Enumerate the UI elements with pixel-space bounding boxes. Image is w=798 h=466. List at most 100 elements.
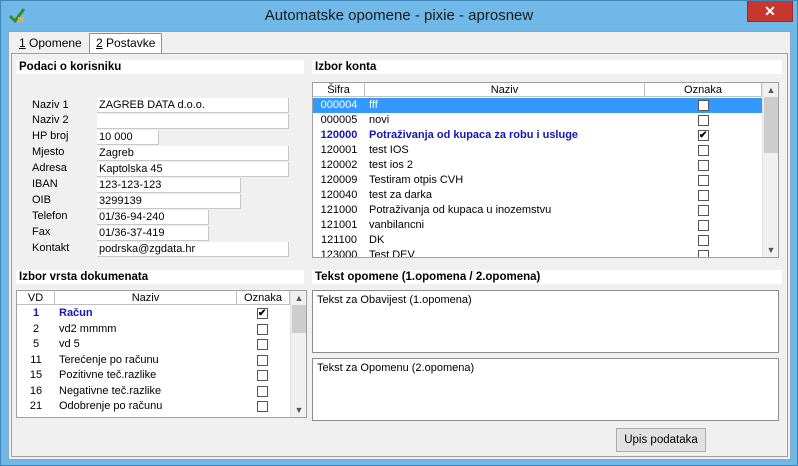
tab-postavke[interactable]: 2 Postavke [89, 33, 163, 54]
scroll-up-icon[interactable]: ▲ [763, 83, 778, 97]
memo-first-notice[interactable]: Tekst za Obavijest (1.opomena) [312, 290, 779, 353]
field-label: OIB [32, 194, 51, 206]
account-checkbox[interactable] [698, 235, 709, 246]
account-row[interactable]: 120000 Potraživanja od kupaca za robu i u… [313, 128, 762, 143]
account-code: 000005 [320, 114, 358, 126]
doc-type-row[interactable]: 15 Pozitivne teč.razlike [17, 368, 290, 383]
account-code: 121000 [320, 204, 358, 216]
hp-broj-field[interactable]: 10 000 [97, 130, 159, 145]
account-row[interactable]: 120001 test IOS [313, 143, 762, 158]
doc-type-checkbox[interactable] [257, 401, 268, 412]
close-button[interactable]: ✕ [747, 1, 793, 22]
text-section-title: Tekst opomene (1.opomena / 2.opomena) [312, 270, 782, 284]
doc-type-checkbox[interactable] [257, 306, 268, 321]
scroll-down-icon[interactable]: ▼ [763, 243, 778, 257]
telefon-field[interactable]: 01/36-94-240 [97, 210, 209, 225]
column-header[interactable]: Naziv [365, 83, 645, 97]
account-code: 000004 [320, 99, 358, 111]
column-header[interactable]: VD [17, 291, 55, 305]
naziv2-field[interactable] [97, 114, 289, 129]
doc-type-name: Odobrenje po računu [59, 400, 163, 412]
account-name: novi [369, 114, 390, 126]
account-name: fff [369, 99, 378, 111]
doc-type-code: 21 [29, 400, 43, 412]
doc-type-name: vd2 mmmm [59, 322, 117, 335]
doc-type-code: 2 [32, 322, 40, 335]
account-row[interactable]: 120002 test ios 2 [313, 158, 762, 173]
doc-scrollbar[interactable]: ▲ ▼ [290, 291, 306, 417]
scroll-up-icon[interactable]: ▲ [291, 291, 306, 305]
doc-type-checkbox[interactable] [257, 339, 268, 350]
fax-field[interactable]: 01/36-37-419 [97, 226, 209, 241]
accounts-section-title: Izbor konta [312, 60, 782, 74]
adresa-field[interactable]: Kaptolska 45 [97, 162, 289, 177]
account-checkbox[interactable] [698, 100, 709, 111]
field-label: Kontakt [32, 242, 70, 254]
account-checkbox[interactable] [698, 115, 709, 126]
account-code: 121001 [320, 219, 358, 231]
naziv1-field[interactable]: ZAGREB DATA d.o.o. [97, 98, 289, 113]
scroll-down-icon[interactable]: ▼ [291, 403, 306, 417]
field-label: Fax [32, 226, 51, 238]
account-checkbox[interactable] [698, 205, 709, 216]
user-section-title: Podaci o korisniku [16, 60, 304, 74]
doc-type-row[interactable]: 1 Račun [17, 306, 290, 321]
doc-type-code: 16 [29, 384, 43, 397]
account-name: Potraživanja od kupaca za robu i usluge [369, 129, 579, 141]
doc-type-row[interactable]: 5 vd 5 [17, 337, 290, 352]
account-code: 123000 [320, 249, 358, 258]
account-checkbox[interactable] [698, 190, 709, 201]
account-code: 121100 [321, 234, 357, 246]
accounts-grid: Šifra Naziv Oznaka 000004 fff 000005 novi 12… [312, 82, 779, 258]
field-label: HP broj [32, 130, 69, 142]
account-code: 120002 [320, 159, 358, 171]
kontakt-field[interactable]: podrska@zgdata.hr [97, 242, 289, 257]
oib-field[interactable]: 3299139 [97, 194, 241, 209]
doc-type-checkbox[interactable] [257, 323, 268, 335]
account-row[interactable]: 123000 Test DEV [313, 248, 762, 258]
save-data-button[interactable]: Upis podataka [616, 428, 706, 452]
title-bar[interactable]: Automatske opomene - pixie - aprosnew ✕ [1, 1, 797, 31]
tab-opomene[interactable]: 1 Opomene [13, 34, 88, 53]
client-area: 1 Opomene 2 Postavke Podaci o korisniku … [8, 31, 791, 460]
doc-type-checkbox[interactable] [257, 385, 268, 397]
account-row[interactable]: 121001 vanbilancni [313, 218, 762, 233]
column-header[interactable]: Oznaka [645, 83, 762, 97]
doc-type-row[interactable]: 11 Terećenje po računu [17, 353, 290, 368]
account-checkbox[interactable] [698, 250, 709, 257]
mjesto-field[interactable]: Zagreb [97, 146, 289, 161]
account-row[interactable]: 000004 fff [313, 98, 762, 113]
doc-type-row[interactable]: 2 vd2 mmmm [17, 322, 290, 337]
account-row[interactable]: 000005 novi [313, 113, 762, 128]
memo-second-notice[interactable]: Tekst za Opomenu (2.opomena) [312, 358, 779, 421]
account-checkbox[interactable] [698, 128, 709, 143]
doc-type-row[interactable]: 21 Odobrenje po računu [17, 399, 290, 414]
accounts-scrollbar[interactable]: ▲ ▼ [762, 83, 778, 257]
column-header[interactable]: Šifra [313, 83, 365, 97]
column-header[interactable]: Naziv [55, 291, 237, 305]
window-title: Automatske opomene - pixie - aprosnew [264, 7, 534, 24]
scroll-thumb[interactable] [764, 97, 778, 153]
doc-type-checkbox[interactable] [257, 370, 268, 381]
field-label: IBAN [32, 178, 58, 190]
doc-type-row[interactable]: 16 Negativne teč.razlike [17, 384, 290, 399]
scroll-thumb[interactable] [292, 305, 306, 333]
doc-type-code: 1 [32, 307, 40, 319]
account-checkbox[interactable] [698, 145, 709, 156]
account-checkbox[interactable] [698, 220, 709, 231]
account-code: 120000 [320, 129, 358, 141]
field-label: Adresa [32, 162, 67, 174]
doc-type-name: Račun [59, 307, 93, 319]
column-header[interactable]: Oznaka [237, 291, 290, 305]
account-row[interactable]: 120040 test za darka [313, 188, 762, 203]
iban-field[interactable]: 123-123-123 [97, 178, 241, 193]
doc-section-title: Izbor vrsta dokumenata [16, 270, 304, 284]
account-code: 120001 [320, 144, 358, 156]
account-row[interactable]: 120009 Testiram otpis CVH [313, 173, 762, 188]
doc-type-code: 15 [29, 369, 43, 381]
doc-type-checkbox[interactable] [257, 354, 268, 366]
account-checkbox[interactable] [698, 160, 709, 171]
account-row[interactable]: 121000 Potraživanja od kupaca u inozemstv… [313, 203, 762, 218]
account-row[interactable]: 121100 DK [313, 233, 762, 248]
account-checkbox[interactable] [698, 175, 709, 186]
